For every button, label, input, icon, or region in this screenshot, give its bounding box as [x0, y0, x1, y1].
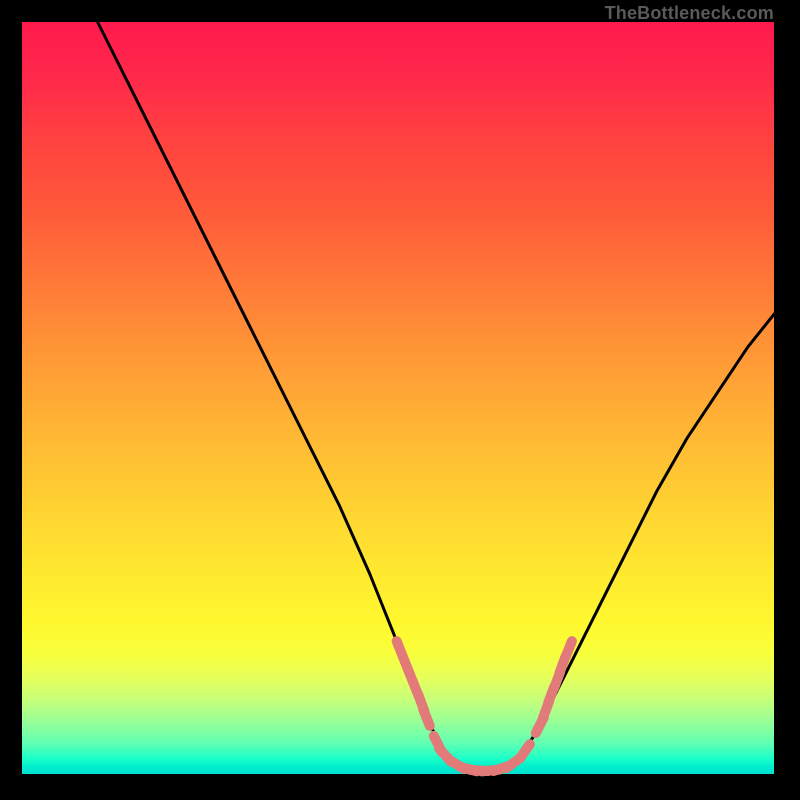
bottleneck-curve — [98, 22, 778, 770]
curve-marker — [565, 641, 572, 658]
curve-marker — [423, 709, 430, 726]
curve-svg — [22, 22, 778, 778]
watermark-text: TheBottleneck.com — [605, 3, 774, 24]
plot-area — [22, 22, 778, 778]
curve-marker — [404, 660, 411, 677]
curve-marker — [397, 641, 404, 658]
chart-container: TheBottleneck.com — [0, 0, 800, 800]
curve-marker — [520, 744, 530, 759]
